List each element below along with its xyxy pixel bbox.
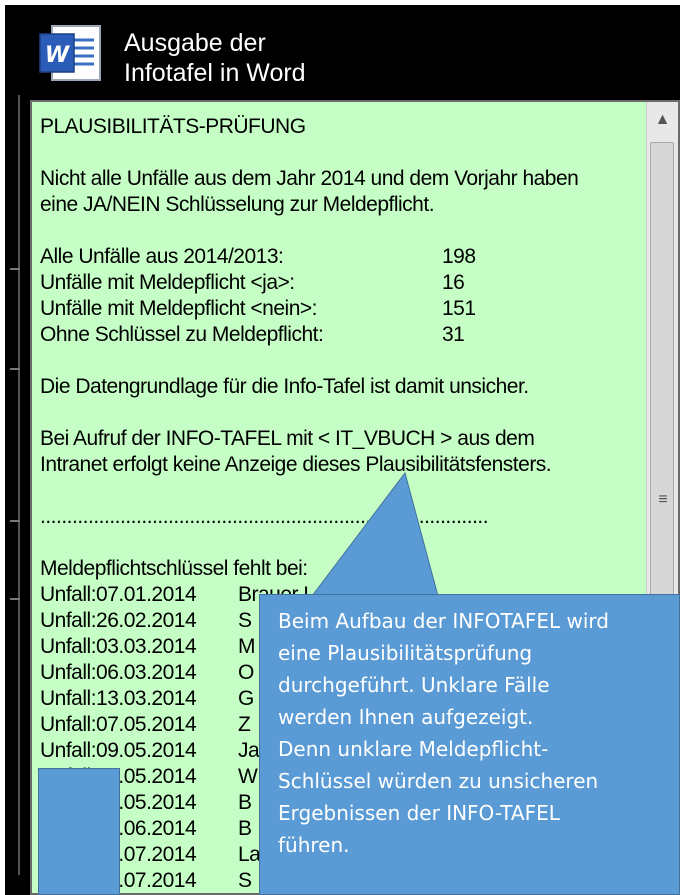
frame-divider bbox=[10, 520, 20, 522]
intro-line: Nicht alle Unfälle aus dem Jahr 2014 und… bbox=[40, 167, 579, 190]
stat-row: Ohne Schlüssel zu Meldepflicht: 31 bbox=[40, 322, 640, 348]
missing-date: Unfall:03.03.2014 bbox=[40, 635, 197, 658]
missing-name: M bbox=[238, 635, 256, 658]
missing-name: B bbox=[238, 817, 252, 840]
title-line-1: Ausgabe der bbox=[124, 29, 266, 57]
stat-value: 151 bbox=[442, 297, 476, 320]
explanation-callout: Beim Aufbau der INFOTAFEL wird eine Plau… bbox=[259, 594, 680, 895]
callout-line: werden Ihnen aufgezeigt. bbox=[278, 705, 534, 729]
svg-text:W: W bbox=[45, 43, 71, 68]
panel-heading: PLAUSIBILITÄTS-PRÜFUNG bbox=[40, 115, 306, 138]
callout-line: führen. bbox=[278, 833, 350, 857]
callout-line: Denn unklare Meldepflicht- bbox=[278, 737, 549, 761]
missing-date: Unfall:07.01.2014 bbox=[40, 583, 197, 606]
missing-date: Unfall:13.03.2014 bbox=[40, 687, 197, 710]
stat-label: Unfälle mit Meldepflicht <nein>: bbox=[40, 297, 318, 320]
callout-line: durchgeführt. Unklare Fälle bbox=[278, 673, 550, 697]
missing-name: B bbox=[238, 791, 252, 814]
missing-name: G bbox=[238, 687, 254, 710]
scroll-up-arrow-icon[interactable]: ▲ bbox=[647, 102, 678, 138]
missing-date: Unfall:26.02.2014 bbox=[40, 609, 197, 632]
partial-callout-box bbox=[38, 768, 120, 895]
missing-name: Ja bbox=[238, 739, 260, 762]
stat-row: Alle Unfälle aus 2014/2013: 198 bbox=[40, 244, 640, 270]
stat-label: Ohne Schlüssel zu Meldepflicht: bbox=[40, 323, 324, 346]
frame-divider bbox=[10, 268, 20, 270]
dotted-separator: ........................................… bbox=[40, 505, 489, 528]
stat-value: 198 bbox=[442, 245, 476, 268]
missing-name: S bbox=[238, 869, 252, 892]
missing-heading: Meldepflichtschlüssel fehlt bei: bbox=[40, 557, 308, 580]
window-title[interactable]: Ausgabe der Infotafel in Word bbox=[124, 28, 306, 88]
warning-text: Die Datengrundlage für die Info-Tafel is… bbox=[40, 375, 529, 398]
callout-line: Schlüssel würden zu unsicheren bbox=[278, 769, 599, 793]
missing-name: S bbox=[238, 609, 252, 632]
note-line: Bei Aufruf der INFO-TAFEL mit < IT_VBUCH… bbox=[40, 427, 535, 450]
stat-value: 31 bbox=[442, 323, 465, 346]
frame-divider bbox=[10, 368, 20, 370]
stat-row: Unfälle mit Meldepflicht <nein>: 151 bbox=[40, 296, 640, 322]
stat-row: Unfälle mit Meldepflicht <ja>: 16 bbox=[40, 270, 640, 296]
missing-name: La bbox=[238, 843, 261, 866]
top-margin bbox=[0, 0, 680, 5]
callout-line: Ergebnissen der INFO-TAFEL bbox=[278, 801, 560, 825]
stat-label: Unfälle mit Meldepflicht <ja>: bbox=[40, 271, 295, 294]
word-icon[interactable]: W bbox=[38, 22, 104, 84]
left-frame bbox=[0, 95, 20, 875]
stat-label: Alle Unfälle aus 2014/2013: bbox=[40, 245, 284, 268]
callout-line: Beim Aufbau der INFOTAFEL wird bbox=[278, 609, 609, 633]
grip-icon: ≡ bbox=[658, 491, 668, 508]
missing-date: Unfall:06.03.2014 bbox=[40, 661, 197, 684]
intro-line: eine JA/NEIN Schlüsselung zur Meldepflic… bbox=[40, 193, 435, 216]
callout-line: eine Plausibilitätsprüfung bbox=[278, 641, 533, 665]
stat-value: 16 bbox=[442, 271, 465, 294]
frame-divider bbox=[10, 598, 20, 600]
missing-name: Z bbox=[238, 713, 251, 736]
missing-name: O bbox=[238, 661, 254, 684]
note-line: Intranet erfolgt keine Anzeige dieses Pl… bbox=[40, 453, 552, 476]
missing-name: W bbox=[238, 765, 258, 788]
missing-date: Unfall:09.05.2014 bbox=[40, 739, 197, 762]
title-line-2: Infotafel in Word bbox=[124, 59, 306, 87]
missing-date: Unfall:07.05.2014 bbox=[40, 713, 197, 736]
